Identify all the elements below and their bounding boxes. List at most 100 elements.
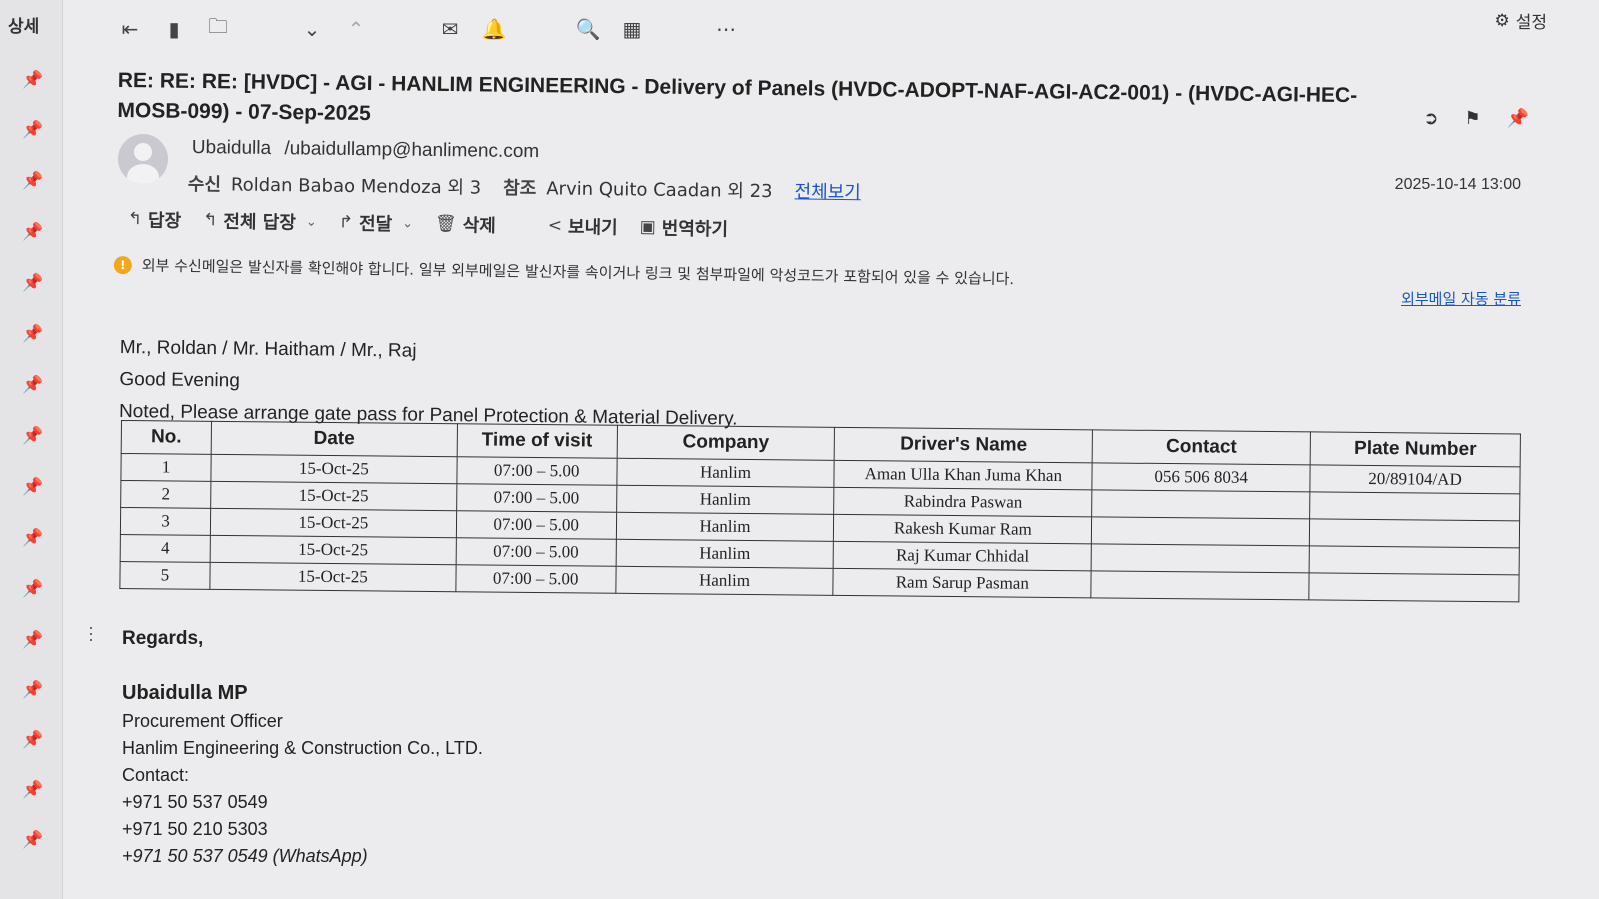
- sender[interactable]: Ubaidulla /ubaidullamp@hanlimenc.com: [192, 137, 540, 163]
- cell-driver: Rakesh Kumar Ram: [833, 514, 1092, 544]
- reply-all-icon: ↰: [203, 210, 218, 231]
- pin-icon[interactable]: 📌: [22, 528, 43, 548]
- share-label: 보내기: [567, 216, 618, 239]
- copy-icon[interactable]: ▮: [162, 17, 186, 41]
- mail-icon[interactable]: ✉: [438, 17, 462, 41]
- cell-time: 07:00 – 5.00: [456, 483, 617, 513]
- mail-actions: ↰ 답장 ↰ 전체 답장 ⌄ ↱ 전달 ⌄ 🗑 삭제 < 보내기 ▣ 번역하기: [128, 206, 729, 241]
- reply-button[interactable]: ↰ 답장: [128, 206, 182, 233]
- back-to-list-icon[interactable]: ⇤: [118, 17, 142, 41]
- trash-icon: 🗑: [434, 213, 457, 235]
- col-header-no: No.: [121, 420, 212, 455]
- auto-classify-link[interactable]: 외부메일 자동 분류: [1401, 288, 1521, 309]
- more-icon[interactable]: ⋯: [714, 17, 738, 41]
- forward-button[interactable]: ↱ 전달 ⌄: [339, 209, 414, 236]
- delete-label: 삭제: [462, 215, 496, 237]
- cell-company: Hanlim: [616, 458, 835, 488]
- cell-contact: [1091, 489, 1310, 519]
- zoom-icon[interactable]: 🔍: [576, 17, 601, 41]
- pin-icon[interactable]: 📌: [22, 426, 43, 446]
- cell-time: 07:00 – 5.00: [456, 510, 617, 540]
- reply-icon: ↰: [127, 208, 143, 230]
- cell-time: 07:00 – 5.00: [455, 564, 616, 594]
- settings-label: 설정: [1515, 13, 1547, 33]
- settings-button[interactable]: ⚙ 설정: [1494, 8, 1547, 34]
- cell-no: 4: [120, 534, 211, 563]
- pin-icon[interactable]: 📌: [22, 222, 43, 242]
- pin-icon[interactable]: 📌: [22, 171, 43, 191]
- cell-no: 1: [120, 453, 212, 482]
- cell-plate: 20/89104/AD: [1309, 464, 1521, 494]
- pin-icon[interactable]: 📌: [22, 70, 43, 90]
- delete-button[interactable]: 🗑 삭제: [435, 211, 496, 238]
- reply-all-label: 전체 답장: [223, 211, 297, 234]
- tag-icon[interactable]: ➲: [1423, 108, 1438, 129]
- chevron-down-icon[interactable]: ⌄: [306, 214, 317, 229]
- signature-company: Hanlim Engineering & Construction Co., L…: [122, 738, 483, 758]
- share-button[interactable]: < 보내기: [548, 213, 618, 240]
- cell-date: 15-Oct-25: [210, 535, 457, 565]
- pin-icon[interactable]: 📌: [22, 120, 43, 140]
- top-toolbar: ⇤ ▮ 🗀 ⌄ ⌃ ✉ 🔔 🔍 ▦ ⋯: [118, 12, 738, 46]
- pin-icon[interactable]: 📌: [22, 830, 43, 850]
- cell-contact: [1091, 543, 1310, 573]
- chevron-down-icon[interactable]: ⌄: [300, 17, 324, 41]
- cell-company: Hanlim: [615, 539, 834, 569]
- external-mail-warning: ! 외부 수신메일은 발신자를 확인해야 합니다. 일부 외부메일은 발신자를 …: [113, 254, 1134, 291]
- avatar: [118, 134, 168, 184]
- reply-all-button[interactable]: ↰ 전체 답장 ⌄: [203, 207, 317, 235]
- signature-contact-label: Contact:: [122, 765, 190, 785]
- gate-pass-table: No. Date Time of visit Company Driver's …: [119, 420, 1521, 602]
- cc-label: 참조: [503, 177, 537, 200]
- chevron-down-icon[interactable]: ⌄: [402, 216, 413, 231]
- forward-label: 전달: [358, 213, 393, 236]
- view-all-link[interactable]: 전체보기: [794, 177, 861, 204]
- gear-icon: ⚙: [1494, 10, 1510, 31]
- subject-actions: ➲ ⚑ 📌: [1423, 108, 1529, 129]
- move-folder-icon[interactable]: 🗀: [206, 14, 230, 41]
- cell-company: Hanlim: [615, 566, 834, 596]
- pin-icon[interactable]: 📌: [22, 324, 43, 344]
- chevron-up-icon[interactable]: ⌃: [344, 17, 368, 41]
- mail-subject: RE: RE: RE: [HVDC] - AGI - HANLIM ENGINE…: [117, 68, 1358, 126]
- pin-icon[interactable]: 📌: [22, 780, 43, 800]
- calendar-icon[interactable]: ▦: [620, 17, 644, 41]
- col-header-driver: Driver's Name: [834, 427, 1093, 463]
- flag-icon[interactable]: ⚑: [1464, 108, 1480, 129]
- pin-icon[interactable]: 📌: [22, 273, 43, 293]
- pin-icon[interactable]: 📌: [22, 579, 43, 599]
- pin-icon[interactable]: 📌: [22, 477, 43, 497]
- regards: Regards,: [122, 628, 204, 649]
- cell-plate: [1309, 545, 1520, 575]
- forward-icon: ↱: [338, 212, 354, 233]
- pin-icon[interactable]: 📌: [22, 630, 43, 650]
- cell-date: 15-Oct-25: [209, 562, 456, 592]
- translate-button[interactable]: ▣ 번역하기: [640, 214, 729, 241]
- reply-label: 답장: [147, 210, 182, 232]
- cell-time: 07:00 – 5.00: [456, 456, 617, 486]
- pin-icon[interactable]: 📌: [22, 375, 43, 395]
- col-header-contact: Contact: [1092, 429, 1311, 465]
- cc-value[interactable]: Arvin Quito Caadan 외 23: [546, 174, 773, 203]
- cell-contact: [1091, 516, 1310, 546]
- to-value[interactable]: Roldan Babao Mendoza 외 3: [231, 171, 482, 200]
- sender-name: Ubaidulla: [191, 137, 272, 159]
- signature: Regards, Ubaidulla MP Procurement Office…: [122, 628, 483, 867]
- detail-tab[interactable]: 상세: [8, 12, 39, 37]
- col-header-time: Time of visit: [456, 423, 618, 459]
- to-label: 수신: [187, 173, 222, 196]
- signature-whatsapp: +971 50 537 0549 (WhatsApp): [122, 846, 368, 866]
- pin-icon[interactable]: 📌: [22, 730, 43, 750]
- col-header-company: Company: [616, 425, 835, 461]
- cell-time: 07:00 – 5.00: [455, 537, 616, 567]
- signature-phone: +971 50 537 0549: [122, 792, 268, 812]
- cell-plate: [1309, 518, 1520, 548]
- cell-no: 3: [120, 507, 211, 536]
- pin-icon[interactable]: 📌: [22, 680, 43, 700]
- cell-date: 15-Oct-25: [210, 481, 457, 511]
- bell-icon[interactable]: 🔔: [482, 17, 507, 41]
- resize-handle[interactable]: · · ·: [88, 618, 94, 648]
- translate-label: 번역하기: [661, 218, 729, 241]
- cell-company: Hanlim: [616, 485, 835, 515]
- pin-icon[interactable]: 📌: [1507, 108, 1529, 129]
